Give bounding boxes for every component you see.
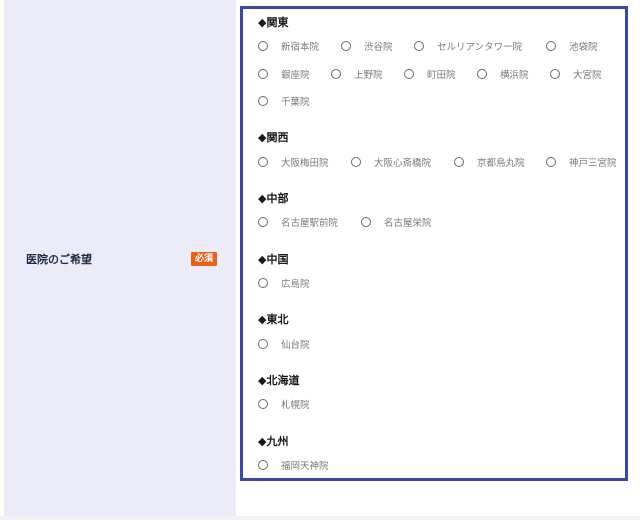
clinic-option[interactable]: 上野院: [331, 67, 383, 81]
option-label: 名古屋栄院: [384, 218, 432, 229]
region-heading-kyushu: ◆九州: [258, 435, 289, 448]
clinic-option[interactable]: 池袋院: [546, 39, 598, 53]
required-badge: 必須: [191, 252, 218, 266]
option-label: 広島院: [281, 279, 310, 290]
radio-button[interactable]: [546, 157, 556, 167]
option-label: 新宿本院: [281, 42, 320, 53]
clinic-option[interactable]: 渋谷院: [341, 39, 393, 53]
clinic-option[interactable]: 京都烏丸院: [454, 155, 525, 169]
option-label: 大宮院: [573, 70, 602, 81]
clinic-option[interactable]: 名古屋駅前院: [258, 215, 338, 229]
option-label: 大阪梅田院: [281, 158, 329, 169]
radio-button[interactable]: [454, 157, 464, 167]
option-label: 横浜院: [500, 70, 529, 81]
option-label: 神戸三宮院: [569, 158, 617, 169]
bottom-divider: [0, 516, 640, 520]
radio-button[interactable]: [258, 69, 268, 79]
clinic-option[interactable]: 大阪心斎橋院: [351, 155, 431, 169]
clinic-option[interactable]: 福岡天神院: [258, 458, 329, 472]
clinic-option[interactable]: セルリアンタワー院: [414, 39, 522, 53]
field-label-column: 医院のご希望 必須: [4, 0, 236, 516]
region-heading-chugoku: ◆中国: [258, 253, 289, 266]
radio-button[interactable]: [414, 41, 424, 51]
radio-button[interactable]: [258, 217, 268, 227]
clinic-option[interactable]: 名古屋栄院: [361, 215, 432, 229]
radio-button[interactable]: [351, 157, 361, 167]
radio-button[interactable]: [258, 460, 268, 470]
clinic-option[interactable]: 千葉院: [258, 94, 310, 108]
clinic-option[interactable]: 町田院: [404, 67, 456, 81]
radio-button[interactable]: [258, 278, 268, 288]
radio-button[interactable]: [341, 41, 351, 51]
option-label: 銀座院: [281, 70, 310, 81]
clinic-option[interactable]: 大宮院: [550, 67, 602, 81]
clinic-options-box: ◆関東 新宿本院 渋谷院 セルリアンタワー院 池袋院 銀座院 上野院 町田院 横…: [240, 6, 628, 481]
radio-button[interactable]: [258, 96, 268, 106]
region-heading-kansai: ◆関西: [258, 131, 289, 144]
clinic-option[interactable]: 銀座院: [258, 67, 310, 81]
region-heading-chubu: ◆中部: [258, 192, 289, 205]
region-heading-hokkaido: ◆北海道: [258, 374, 300, 387]
option-label: 京都烏丸院: [477, 158, 525, 169]
option-label: セルリアンタワー院: [437, 42, 523, 53]
radio-button[interactable]: [546, 41, 556, 51]
option-label: 渋谷院: [364, 42, 393, 53]
clinic-option[interactable]: 新宿本院: [258, 39, 319, 53]
clinic-option[interactable]: 神戸三宮院: [546, 155, 617, 169]
radio-button[interactable]: [258, 41, 268, 51]
option-label: 札幌院: [281, 400, 310, 411]
clinic-option[interactable]: 広島院: [258, 276, 310, 290]
clinic-option[interactable]: 大阪梅田院: [258, 155, 329, 169]
clinic-option[interactable]: 仙台院: [258, 337, 310, 351]
radio-button[interactable]: [361, 217, 371, 227]
clinic-option[interactable]: 札幌院: [258, 397, 310, 411]
field-label: 医院のご希望: [26, 253, 92, 266]
region-heading-tohoku: ◆東北: [258, 313, 289, 326]
option-label: 福岡天神院: [281, 461, 329, 472]
radio-button[interactable]: [550, 69, 560, 79]
option-label: 千葉院: [281, 97, 310, 108]
radio-button[interactable]: [258, 399, 268, 409]
option-label: 上野院: [354, 70, 383, 81]
radio-button[interactable]: [404, 69, 414, 79]
radio-button[interactable]: [258, 339, 268, 349]
clinic-option[interactable]: 横浜院: [477, 67, 529, 81]
radio-button[interactable]: [477, 69, 487, 79]
option-label: 名古屋駅前院: [281, 218, 339, 229]
region-heading-kanto: ◆関東: [258, 16, 289, 29]
radio-button[interactable]: [258, 157, 268, 167]
option-label: 町田院: [427, 70, 456, 81]
option-label: 大阪心斎橋院: [374, 158, 432, 169]
radio-button[interactable]: [331, 69, 341, 79]
option-label: 仙台院: [281, 340, 310, 351]
option-label: 池袋院: [569, 42, 598, 53]
